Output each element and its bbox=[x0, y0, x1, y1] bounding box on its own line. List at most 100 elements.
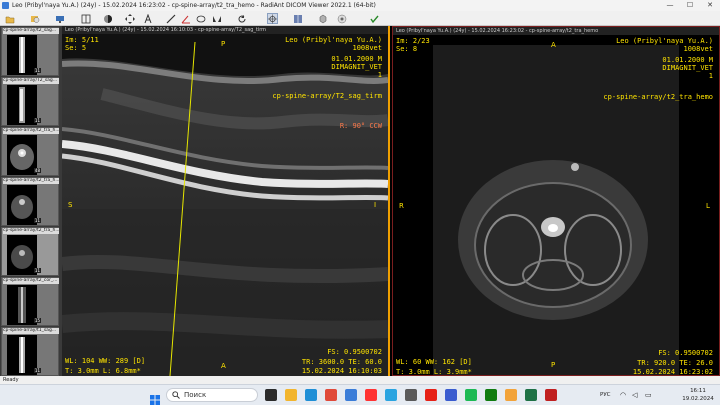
thumbnail-image bbox=[7, 185, 37, 225]
tr-te: TR: 920.0 TE: 26.0 bbox=[637, 359, 713, 367]
protocol-name: cp-spine-array/t2_tra_hemo bbox=[603, 93, 713, 101]
series-thumbnail[interactable]: cp-spine-array/T2_sag... 11 bbox=[1, 77, 59, 126]
app-icon bbox=[2, 2, 9, 9]
yandex-icon[interactable] bbox=[365, 389, 377, 401]
thumbnail-label: cp-spine-array/t2_cor_... bbox=[3, 278, 59, 284]
monitor-icon[interactable] bbox=[54, 13, 65, 24]
orientation-top: P bbox=[221, 40, 226, 48]
task-view-icon[interactable] bbox=[265, 389, 277, 401]
ellipse-icon[interactable] bbox=[195, 13, 206, 24]
photos-icon[interactable] bbox=[445, 389, 457, 401]
flip-icon[interactable] bbox=[211, 13, 222, 24]
window-level: WL: 104 WW: 289 [D] bbox=[65, 357, 146, 365]
series-thumbnail[interactable]: cp-spine-array/t2_tra_h... 11 bbox=[1, 177, 59, 226]
excel-icon[interactable] bbox=[525, 389, 537, 401]
window-level-icon[interactable] bbox=[102, 13, 113, 24]
series-index: Se: 5 bbox=[65, 44, 87, 52]
rotation-label: R: 90° CCW bbox=[339, 122, 382, 130]
volume-icon[interactable]: ◁ bbox=[632, 385, 637, 405]
clock-date: 19.02.2024 bbox=[682, 396, 714, 402]
viewport-header: Leo (Pribyl'naya Yu.A.) (24y) - 15.02.20… bbox=[62, 26, 388, 34]
series-thumbnail[interactable]: cp-spine-array/t2_sag... 11 bbox=[1, 27, 59, 76]
thumbnail-count: 11 bbox=[33, 268, 41, 273]
mail-icon[interactable] bbox=[345, 389, 357, 401]
orientation-left: R bbox=[399, 202, 404, 210]
battery-icon[interactable]: ▭ bbox=[645, 385, 652, 405]
wifi-icon[interactable]: ◠ bbox=[620, 385, 626, 405]
text-annotation-icon[interactable] bbox=[142, 13, 153, 24]
thumbnail-count: 11 bbox=[33, 368, 41, 373]
thumbnail-count: 15 bbox=[33, 318, 41, 323]
reset-icon[interactable] bbox=[336, 13, 347, 24]
orientation-bottom: A bbox=[221, 362, 226, 370]
window-title: Leo (Pribyl'naya Yu.A.) (24y) - 15.02.20… bbox=[12, 2, 376, 9]
rotate-icon[interactable] bbox=[236, 13, 247, 24]
tr-te: TR: 3600.0 TE: 60.0 bbox=[301, 358, 382, 366]
tray-language[interactable]: РУС bbox=[600, 385, 611, 405]
window-level: WL: 60 WW: 162 [D] bbox=[396, 358, 472, 366]
thumbnail-image bbox=[7, 235, 37, 275]
angle-icon[interactable] bbox=[180, 13, 191, 24]
search-placeholder: Поиск bbox=[184, 391, 207, 399]
spotify-icon[interactable] bbox=[465, 389, 477, 401]
close-button[interactable]: ✕ bbox=[700, 0, 720, 11]
orientation-top: A bbox=[551, 41, 556, 49]
windows-start-icon[interactable] bbox=[150, 390, 160, 405]
institution: DIMAGNIT_VET bbox=[662, 64, 713, 72]
open-folder-icon[interactable] bbox=[4, 13, 15, 24]
orientation-bottom: P bbox=[551, 361, 556, 369]
viewport-sagittal[interactable]: Leo (Pribyl'naya Yu.A.) (24y) - 15.02.20… bbox=[62, 26, 390, 376]
radiant-icon[interactable] bbox=[545, 389, 557, 401]
viewport-axial[interactable]: Leo (Pribyl'naya Yu.A.) (24y) - 15.02.20… bbox=[392, 26, 720, 376]
mpr-icon[interactable] bbox=[292, 13, 303, 24]
youtube-icon[interactable] bbox=[425, 389, 437, 401]
taskbar-clock[interactable]: 16:11 19.02.2024 bbox=[680, 387, 716, 403]
patient-id: 1008vet bbox=[683, 45, 713, 53]
birth-date: 01.01.2000 M bbox=[662, 56, 713, 64]
patient-id: 1008vet bbox=[352, 44, 382, 52]
slice-thickness: T: 3.0mm L: 6.8mm* bbox=[65, 367, 141, 375]
telegram-icon[interactable] bbox=[385, 389, 397, 401]
explorer-icon[interactable] bbox=[285, 389, 297, 401]
status-bar: Ready bbox=[0, 376, 720, 384]
thumbnail-count: 11 bbox=[33, 118, 41, 123]
study-number: 1 bbox=[708, 72, 713, 80]
store-icon[interactable] bbox=[405, 389, 417, 401]
thumbnail-count: 11 bbox=[33, 218, 41, 223]
thumbnail-label: cp-spine-array/t1_sag... bbox=[3, 328, 59, 334]
minimize-button[interactable]: — bbox=[660, 0, 680, 11]
xbox-icon[interactable] bbox=[485, 389, 497, 401]
weather-icon[interactable] bbox=[505, 389, 517, 401]
orientation-right: L bbox=[706, 202, 710, 210]
thumbnail-label: cp-spine-array/t2_tra_h... bbox=[3, 128, 59, 134]
thumbnail-count: 11 bbox=[33, 68, 41, 73]
edge-icon[interactable] bbox=[305, 389, 317, 401]
thumbnail-count: 48 bbox=[33, 168, 41, 173]
thumbnail-image bbox=[7, 335, 37, 375]
taskbar-search-input[interactable]: Поиск bbox=[166, 388, 258, 402]
image-index: Im: 2/23 bbox=[396, 37, 430, 45]
field-strength: FS: 0.9500702 bbox=[658, 349, 713, 357]
series-thumbnail-selected[interactable]: cp-spine-array/t2_tra_h... 11 bbox=[1, 227, 59, 276]
thumbnail-label: cp-spine-array/T2_sag... bbox=[3, 78, 59, 84]
patient-name: Leo (Pribyl'naya Yu.A.) bbox=[616, 37, 713, 45]
pan-icon[interactable] bbox=[124, 13, 135, 24]
series-thumbnail[interactable]: cp-spine-array/t2_cor_... 15 bbox=[1, 277, 59, 326]
study-number: 1 bbox=[377, 71, 382, 79]
export-icon[interactable] bbox=[368, 13, 379, 24]
orientation-left: S bbox=[68, 201, 73, 209]
thumbnail-image bbox=[7, 285, 37, 325]
taskbar: Поиск РУС ◠ ◁ ▭ 16:11 19.02.2024 bbox=[0, 384, 720, 405]
series-thumbnail[interactable]: cp-spine-array/t2_tra_h... 48 bbox=[1, 127, 59, 176]
open-cd-icon[interactable] bbox=[29, 13, 40, 24]
crosshair-icon[interactable] bbox=[267, 13, 278, 24]
chrome-icon[interactable] bbox=[325, 389, 337, 401]
3d-icon[interactable] bbox=[317, 13, 328, 24]
measure-icon[interactable] bbox=[165, 13, 176, 24]
mri-sagittal-image bbox=[62, 34, 388, 376]
maximize-button[interactable]: ☐ bbox=[680, 0, 700, 11]
protocol-name: cp-spine-array/T2_sag_tirm bbox=[272, 92, 382, 100]
thumbnail-image bbox=[7, 135, 37, 175]
series-thumbnail[interactable]: cp-spine-array/t1_sag... 11 bbox=[1, 327, 59, 376]
layout-grid-icon[interactable] bbox=[80, 13, 91, 24]
